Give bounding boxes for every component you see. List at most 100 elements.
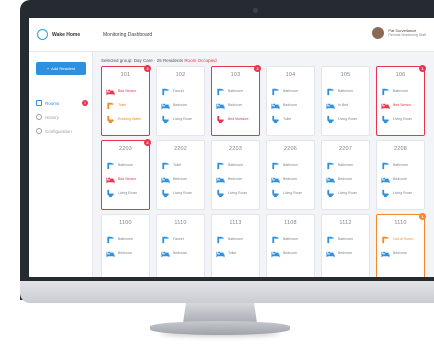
device-label: Bathroom (118, 237, 134, 241)
device-row: Living Room (106, 186, 145, 200)
room-card[interactable]: 104 Bathroom Bedroom Toilet (266, 66, 315, 136)
monitor-stand-base (150, 321, 290, 335)
bed-icon (326, 103, 335, 109)
room-card[interactable]: 2206 Bathroom Bedroom Living Room (266, 140, 315, 210)
device-row: Bed Sensor (106, 84, 145, 98)
device-label: Bathroom (228, 89, 244, 93)
bed-icon (106, 251, 115, 257)
device-label: Bed Sensor (118, 89, 137, 93)
alert-badge: 1 (419, 65, 426, 72)
device-row: Living Room (161, 186, 200, 200)
faucet-icon (217, 88, 224, 95)
room-card[interactable]: 102 Faucet Bedroom Living Room (156, 66, 205, 136)
room-number: 2203 (228, 146, 243, 152)
toilet-icon (217, 115, 224, 123)
room-card[interactable]: 2 103 Bathroom Bedroom Bed Moisture (211, 65, 261, 136)
device-label: Bedroom (283, 103, 298, 107)
sidebar-item-history[interactable]: History (36, 112, 88, 122)
room-card[interactable]: 2203 Bathroom Bedroom Living Room (211, 140, 260, 210)
device-label: In Bed (338, 103, 349, 107)
sidebar-item-rooms[interactable]: Rooms 1 (36, 98, 88, 108)
bed-icon (271, 251, 280, 257)
device-row: Bathroom (106, 158, 145, 172)
sidebar-item-configuration[interactable]: Configuration (36, 126, 88, 136)
device-label: Bed Moisture (228, 117, 249, 121)
device-label: Toilet (173, 163, 182, 167)
bed-icon (216, 103, 225, 109)
room-number: 102 (175, 72, 186, 78)
room-card[interactable]: 1100 Bathroom Bedroom (101, 214, 150, 277)
device-label: Living Room (393, 191, 413, 195)
room-number: 1110 (394, 220, 407, 226)
faucet-icon (272, 236, 279, 243)
toilet-icon (107, 189, 114, 197)
device-label: Toilet (118, 103, 127, 107)
page-title: Monitoring Dashboard (103, 32, 153, 38)
toilet-icon (162, 115, 169, 123)
device-row: Bathroom (271, 84, 310, 98)
device-label: Faucet (173, 237, 184, 241)
bed-icon (381, 251, 390, 257)
filter-text: Selected group: Day Care · 25 Residents (101, 58, 184, 63)
device-label: Bedroom (283, 251, 298, 255)
logo-text: Wake Home (52, 31, 81, 38)
device-label: Bedroom (118, 251, 133, 255)
room-card[interactable]: 2 2203 Bathroom Bed Sensor Living Room (101, 139, 151, 210)
faucet-icon (162, 162, 169, 169)
room-card[interactable]: 1112 Bathroom Bedroom (321, 214, 370, 277)
device-row: Toilet (106, 98, 145, 112)
gear-icon (36, 128, 42, 134)
room-card[interactable]: 105 Bathroom In Bed Living Room (321, 66, 370, 136)
bed-icon (106, 89, 115, 95)
device-row: Bed Moisture (216, 112, 255, 126)
room-number: 2202 (173, 146, 188, 152)
room-number: 1113 (229, 220, 242, 226)
faucet-icon (327, 162, 334, 169)
room-number: 106 (395, 72, 406, 78)
room-number: 2203 (118, 146, 133, 152)
device-label: Bathroom (283, 89, 299, 93)
room-card[interactable]: 1108 Bathroom Bedroom (266, 214, 315, 277)
room-card[interactable]: 1113 Bathroom Toilet (211, 214, 260, 277)
faucet-icon (107, 162, 114, 169)
bed-icon (381, 177, 390, 183)
device-row: Bedroom (216, 98, 255, 112)
device-row: Toilet (271, 112, 310, 126)
add-resident-button[interactable]: + Add Resident (36, 62, 86, 75)
app-logo[interactable]: Wake Home (37, 29, 80, 40)
device-row: Bathroom (216, 84, 255, 98)
room-number: 1112 (339, 220, 352, 226)
toilet-icon (327, 115, 334, 123)
device-row: Bedroom (216, 172, 255, 186)
sidebar-item-label: Rooms (45, 100, 60, 106)
device-label: Living Room (338, 117, 358, 121)
faucet-icon (217, 236, 224, 243)
room-card[interactable]: 1 1110 Out of Room Bedroom (376, 213, 426, 277)
room-occupied-link[interactable]: Room Occupied (184, 58, 216, 63)
room-number: 101 (120, 72, 131, 78)
alert-badge: 2 (144, 139, 151, 146)
room-card[interactable]: 2207 Bathroom Bedroom Living Room (321, 140, 370, 210)
room-card[interactable]: 2208 Bathroom Bedroom Living Room (376, 140, 425, 210)
user-menu[interactable]: Pat Surveilance Remote Monitoring Staff (372, 27, 426, 39)
room-card[interactable]: 3 101 Bed Sensor Toilet Running Water (101, 65, 151, 136)
monitor-stand-neck (183, 303, 257, 323)
bed-icon (161, 251, 170, 257)
room-card[interactable]: 1110 Faucet Bedroom (156, 214, 205, 277)
device-row: Out of Room (381, 232, 420, 246)
device-label: Bathroom (338, 237, 354, 241)
device-row: Bathroom (381, 84, 420, 98)
device-row: In Bed (326, 98, 365, 112)
device-label: Bathroom (118, 163, 134, 167)
device-label: Bathroom (338, 89, 354, 93)
sidebar-item-label: Configuration (45, 128, 72, 134)
room-card[interactable]: 2202 Toilet Bedroom Living Room (156, 140, 205, 210)
device-label: Living Room (173, 191, 193, 195)
device-row: Running Water (106, 112, 145, 126)
device-label: Bathroom (228, 237, 244, 241)
room-number: 2208 (393, 146, 408, 152)
device-row: Bathroom (271, 232, 310, 246)
faucet-icon (272, 88, 279, 95)
room-card[interactable]: 1 106 Bathroom Bed Sensor Living Room (376, 65, 426, 136)
faucet-icon (327, 88, 334, 95)
